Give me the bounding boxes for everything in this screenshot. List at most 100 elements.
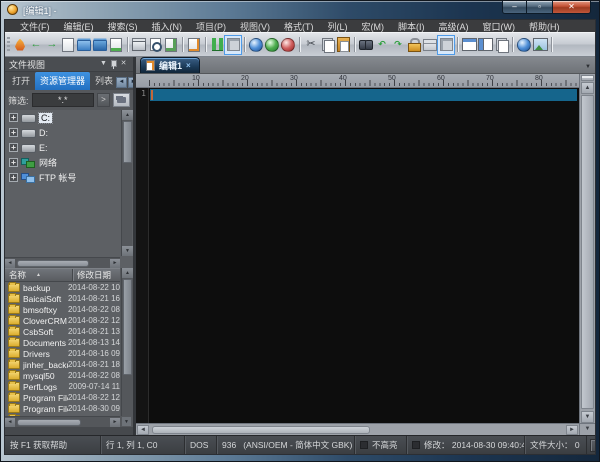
- file-row[interactable]: Program Files 2014-08-22 12: [5, 392, 120, 403]
- expand-icon[interactable]: +: [9, 128, 18, 137]
- expand-icon[interactable]: +: [9, 143, 18, 152]
- editor-vscrollbar[interactable]: ▲ ▼: [579, 74, 595, 423]
- scroll-right-icon[interactable]: ►: [110, 259, 120, 268]
- file-row[interactable]: backup 2014-08-22 10: [5, 282, 120, 293]
- browser-blue-icon[interactable]: [248, 36, 264, 54]
- tab-explorer[interactable]: 资源管理器: [35, 72, 90, 90]
- list-hscrollbar[interactable]: ◄ ►: [5, 416, 120, 427]
- expand-icon[interactable]: +: [9, 113, 18, 122]
- scroll-up-icon[interactable]: ▲: [122, 110, 133, 120]
- paste-icon[interactable]: [335, 36, 351, 54]
- tab-close-icon[interactable]: ×: [186, 61, 191, 70]
- menu-item[interactable]: 脚本(I): [391, 20, 432, 33]
- status-syntax[interactable]: 不高亮: [355, 436, 407, 454]
- split-handle[interactable]: [581, 75, 594, 81]
- scroll-thumb[interactable]: [17, 419, 81, 426]
- menu-item[interactable]: 高级(A): [432, 20, 476, 33]
- close-button[interactable]: ✕: [553, 1, 591, 14]
- scroll-thumb[interactable]: [123, 121, 132, 163]
- file-row[interactable]: bmsoftxy 2014-08-22 08: [5, 304, 120, 315]
- vscroll-bottom-arrow-icon[interactable]: ▼: [579, 423, 595, 435]
- save-icon[interactable]: [108, 36, 124, 54]
- browser-red-icon[interactable]: [280, 36, 296, 54]
- scroll-down-icon[interactable]: ▼: [581, 411, 594, 423]
- scroll-down-icon[interactable]: ▼: [122, 246, 133, 256]
- document-tab[interactable]: 编辑1 ×: [140, 57, 200, 73]
- scroll-thumb[interactable]: [581, 95, 594, 409]
- browse-folder-button[interactable]: [113, 93, 130, 107]
- page-setup-icon[interactable]: [163, 36, 179, 54]
- menu-item[interactable]: 搜索(S): [101, 20, 145, 33]
- scroll-up-icon[interactable]: ▲: [122, 268, 133, 278]
- lock-icon[interactable]: [406, 36, 422, 54]
- menu-item[interactable]: 项目(P): [189, 20, 233, 33]
- file-row[interactable]: jinher_backup 2014-08-21 18: [5, 359, 120, 370]
- redo-icon[interactable]: ↷: [390, 36, 406, 54]
- archive-icon[interactable]: [422, 36, 438, 54]
- menu-item[interactable]: 宏(M): [355, 20, 392, 33]
- pin-icon[interactable]: [109, 59, 118, 69]
- scroll-left-icon[interactable]: ◄: [137, 425, 149, 435]
- file-row[interactable]: Program File... 2014-08-30 09: [5, 403, 120, 414]
- cut-icon[interactable]: ✂: [303, 36, 319, 54]
- file-row[interactable]: BaicaiSoft 2014-08-21 16: [5, 293, 120, 304]
- file-row[interactable]: Drivers 2014-08-16 09: [5, 348, 120, 359]
- new-window-icon[interactable]: [493, 36, 509, 54]
- edit-document-icon[interactable]: [186, 36, 202, 54]
- tree-item-e[interactable]: + E:: [5, 140, 133, 155]
- panel-toggle-icon[interactable]: [438, 36, 454, 54]
- tab-list[interactable]: 列表: [90, 72, 116, 90]
- toolbar-grip[interactable]: [7, 37, 10, 53]
- scroll-down-icon[interactable]: ▼: [121, 416, 132, 427]
- menu-item[interactable]: 窗口(W): [476, 20, 523, 33]
- scroll-up-icon[interactable]: ▲: [581, 82, 594, 94]
- scroll-thumb[interactable]: [123, 279, 132, 375]
- print-preview-icon[interactable]: [147, 36, 163, 54]
- menu-item[interactable]: 格式(T): [277, 20, 321, 33]
- file-row[interactable]: Documents 2014-08-13 14: [5, 337, 120, 348]
- column-date[interactable]: 修改日期: [73, 269, 120, 281]
- browser-green-icon[interactable]: [264, 36, 280, 54]
- filter-apply-button[interactable]: >: [97, 93, 110, 107]
- writable-toggle[interactable]: 可写: [590, 439, 595, 452]
- new-file-icon[interactable]: [60, 36, 76, 54]
- filter-input[interactable]: *.*: [32, 93, 94, 107]
- undo-icon[interactable]: ↶: [374, 36, 390, 54]
- maximize-button[interactable]: ▫: [527, 1, 553, 14]
- scroll-left-icon[interactable]: ◄: [5, 418, 15, 427]
- tab-open[interactable]: 打开: [7, 72, 35, 90]
- menu-item[interactable]: 文件(F): [13, 20, 57, 33]
- tree-item-ftp[interactable]: + FTP 帐号: [5, 170, 133, 185]
- back-icon[interactable]: ←: [28, 36, 44, 54]
- scroll-left-icon[interactable]: ◄: [5, 259, 15, 268]
- word-wrap-icon[interactable]: [225, 36, 241, 54]
- tree-vscrollbar[interactable]: ▲ ▼: [121, 110, 132, 256]
- editor-hscrollbar[interactable]: ◄ ►: [136, 423, 579, 435]
- tree-hscrollbar[interactable]: ◄ ►: [5, 257, 120, 268]
- list-vscrollbar[interactable]: ▲: [121, 268, 132, 416]
- menu-item[interactable]: 帮助(H): [522, 20, 567, 33]
- scroll-right-icon[interactable]: ►: [566, 425, 578, 435]
- find-icon[interactable]: [358, 36, 374, 54]
- file-row[interactable]: CsbSoft 2014-08-21 13: [5, 326, 120, 337]
- copy-icon[interactable]: [319, 36, 335, 54]
- split-vertical-icon[interactable]: [477, 36, 493, 54]
- menu-item[interactable]: 列(L): [321, 20, 355, 33]
- column-marker-icon[interactable]: [209, 36, 225, 54]
- tab-list-dropdown-icon[interactable]: ▼: [585, 64, 591, 70]
- minimize-button[interactable]: –: [502, 1, 527, 14]
- text-area[interactable]: 1: [136, 88, 579, 423]
- file-row[interactable]: PerfLogs 2009-07-14 11: [5, 381, 120, 392]
- menu-item[interactable]: 编辑(E): [57, 20, 101, 33]
- file-row[interactable]: CloverCRM 2014-08-22 12: [5, 315, 120, 326]
- tree-item-network[interactable]: + 网络: [5, 155, 133, 170]
- scroll-thumb[interactable]: [152, 426, 370, 434]
- menu-item[interactable]: 插入(N): [145, 20, 190, 33]
- status-encoding[interactable]: 936 (ANSI/OEM - 简体中文 GBK): [217, 436, 355, 454]
- column-name[interactable]: 名称 ▲: [5, 269, 73, 281]
- web-view-icon[interactable]: [516, 36, 532, 54]
- expand-icon[interactable]: +: [9, 158, 18, 167]
- open-folder-icon[interactable]: [76, 36, 92, 54]
- scroll-right-icon[interactable]: ►: [110, 418, 120, 427]
- title-bar[interactable]: [编辑1] - – ▫ ✕: [1, 1, 599, 19]
